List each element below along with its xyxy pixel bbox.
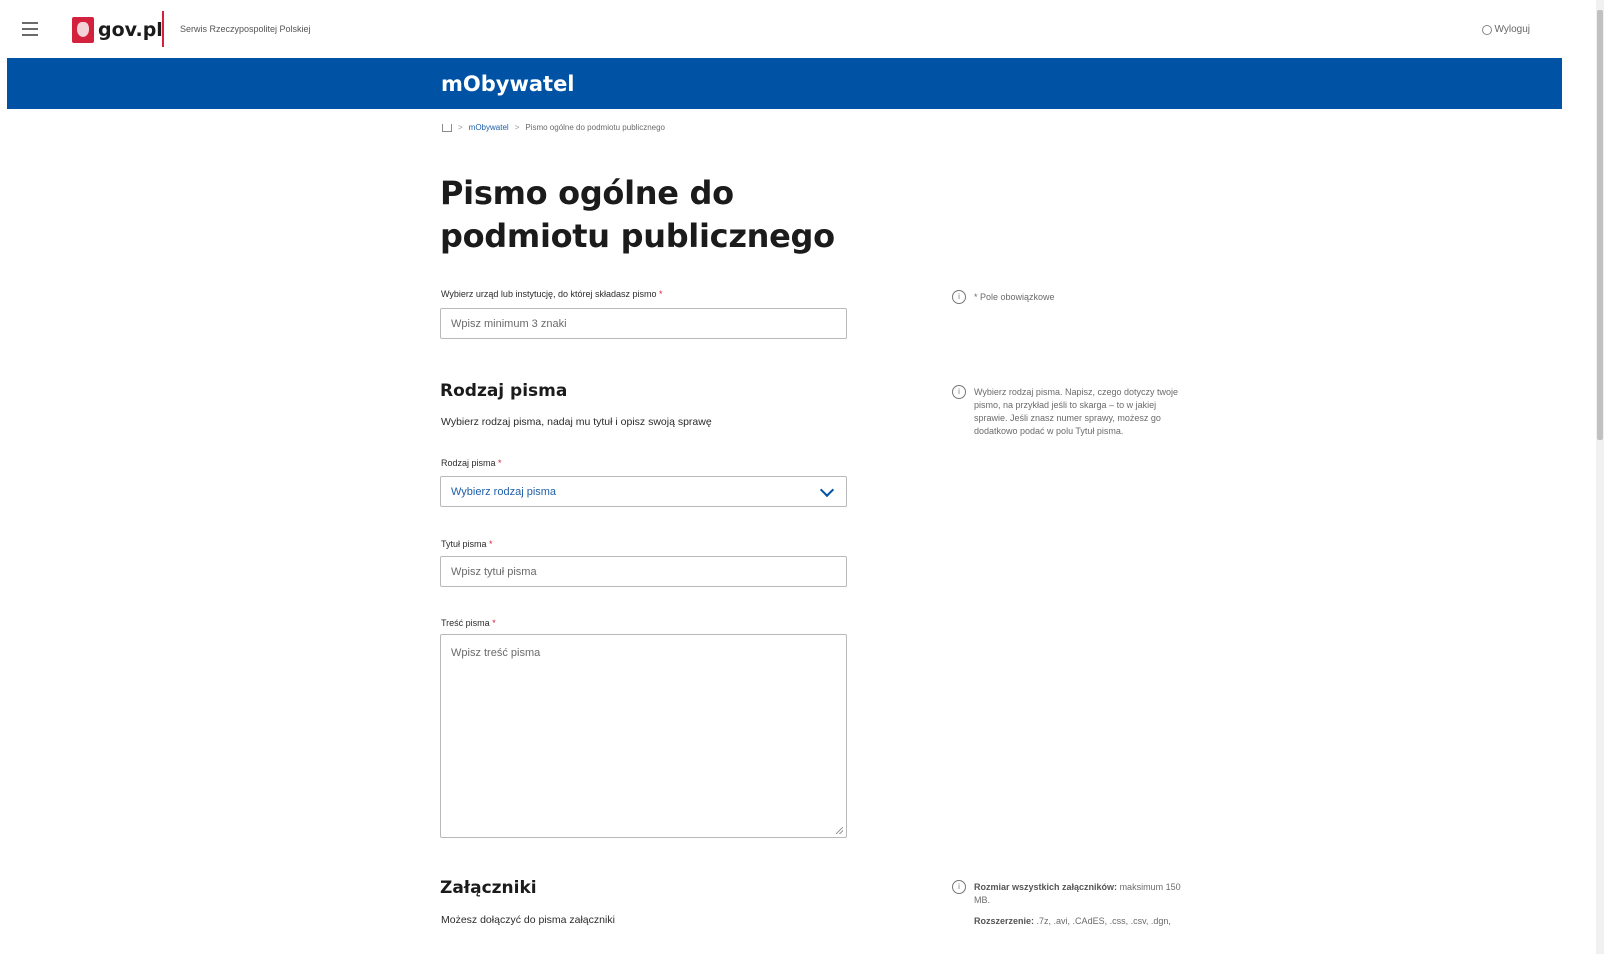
required-mark: * — [659, 289, 663, 299]
service-banner: mObywatel — [7, 58, 1562, 109]
required-fields-info-text: * Pole obowiązkowe — [974, 292, 1055, 302]
letter-type-section-description: Wybierz rodzaj pisma, nadaj mu tytuł i o… — [441, 416, 712, 428]
attachments-ext-value: .7z, .avi, .CAdES, .css, .csv, .dgn, — [1036, 916, 1171, 926]
logout-icon — [1481, 24, 1492, 35]
info-icon: i — [952, 385, 966, 399]
institution-label-text: Wybierz urząd lub instytucję, do której … — [441, 289, 657, 299]
breadcrumb-separator: > — [514, 123, 520, 132]
letter-type-info-text: Wybierz rodzaj pisma. Napisz, czego doty… — [974, 387, 1178, 436]
letter-type-selected-value: Wybierz rodzaj pisma — [451, 485, 557, 498]
letter-type-section-title: Rodzaj pisma — [440, 381, 568, 401]
attachments-info-body: Rozmiar wszystkich załączników: maksimum… — [974, 881, 1192, 928]
letter-content-placeholder: Wpisz treść pisma — [451, 647, 541, 659]
banner-title[interactable]: mObywatel — [441, 72, 575, 96]
breadcrumb-item-current: Pismo ogólne do podmiotu publicznego — [525, 123, 666, 132]
menu-icon[interactable] — [22, 22, 38, 36]
info-icon: i — [952, 880, 966, 894]
required-mark: * — [498, 458, 502, 468]
service-name: Serwis Rzeczypospolitej Polskiej — [180, 24, 311, 34]
letter-content-label-text: Treść pisma — [441, 618, 490, 628]
institution-label: Wybierz urząd lub instytucję, do której … — [441, 289, 663, 299]
attachments-section-title: Załączniki — [440, 878, 537, 898]
chevron-down-icon — [819, 482, 835, 497]
letter-type-select[interactable]: Wybierz rodzaj pisma — [440, 476, 847, 507]
attachments-ext-info: Rozszerzenie: .7z, .avi, .CAdES, .css, .… — [974, 915, 1192, 928]
logout-link[interactable]: Wyloguj — [1481, 24, 1530, 35]
required-mark: * — [489, 539, 493, 549]
institution-placeholder: Wpisz minimum 3 znaki — [451, 317, 567, 330]
info-icon: i — [952, 290, 966, 304]
letter-title-label-text: Tytuł pisma — [441, 539, 487, 549]
page-scrollbar[interactable] — [1596, 0, 1604, 954]
required-fields-info: i * Pole obowiązkowe — [952, 290, 1055, 304]
letter-title-label: Tytuł pisma * — [441, 539, 493, 549]
letter-type-label-text: Rodzaj pisma — [441, 458, 496, 468]
attachments-size-label: Rozmiar wszystkich załączników: — [974, 882, 1118, 892]
breadcrumb-separator: > — [458, 123, 463, 132]
attachments-info: i Rozmiar wszystkich załączników: maksim… — [952, 880, 1192, 928]
letter-title-input[interactable]: Wpisz tytuł pisma — [440, 556, 847, 587]
logo-divider — [162, 11, 164, 47]
attachments-ext-label: Rozszerzenie: — [974, 916, 1035, 926]
breadcrumb-item-mobywatel[interactable]: mObywatel — [469, 123, 509, 132]
required-mark: * — [492, 618, 496, 628]
letter-content-label: Treść pisma * — [441, 618, 496, 628]
letter-type-info: i Wybierz rodzaj pisma. Napisz, czego do… — [952, 385, 1192, 438]
breadcrumb: > mObywatel > Pismo ogólne do podmiotu p… — [442, 123, 665, 132]
institution-search-input[interactable]: Wpisz minimum 3 znaki — [440, 308, 847, 339]
letter-content-textarea[interactable]: Wpisz treść pisma — [440, 634, 847, 838]
resize-handle-icon[interactable] — [836, 827, 843, 834]
logo-text: gov.pl — [98, 19, 163, 41]
logout-label: Wyloguj — [1494, 24, 1530, 35]
top-bar: gov.pl Serwis Rzeczypospolitej Polskiej … — [0, 0, 1590, 58]
scrollbar-thumb[interactable] — [1597, 10, 1603, 440]
letter-title-placeholder: Wpisz tytuł pisma — [451, 565, 537, 578]
attachments-section-description: Możesz dołączyć do pisma załączniki — [441, 914, 615, 926]
home-icon[interactable] — [442, 123, 452, 132]
letter-type-label: Rodzaj pisma * — [441, 458, 502, 468]
gov-logo[interactable]: gov.pl — [72, 17, 163, 43]
eagle-emblem-icon — [72, 17, 94, 43]
page-title: Pismo ogólne do podmiotu publicznego — [440, 174, 835, 255]
attachments-size-info: Rozmiar wszystkich załączników: maksimum… — [974, 881, 1192, 907]
